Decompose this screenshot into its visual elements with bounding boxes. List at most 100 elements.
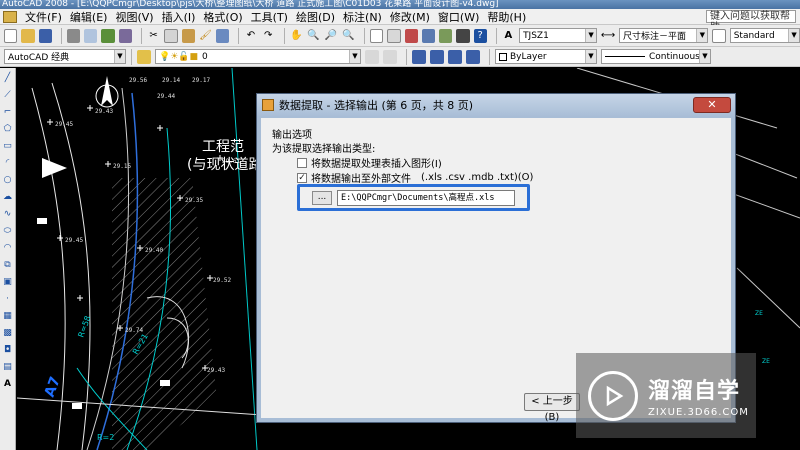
menu-view[interactable]: 视图(V) <box>111 9 157 25</box>
linetype-select[interactable]: Continuous ▼ <box>601 49 711 64</box>
menu-window[interactable]: 窗口(W) <box>434 9 483 25</box>
construction-line-icon[interactable]: ⟋ <box>2 89 13 100</box>
ellipse-icon[interactable]: ⬭ <box>2 225 13 236</box>
chevron-down-icon: ▼ <box>699 50 710 63</box>
menu-modify[interactable]: 修改(M) <box>386 9 434 25</box>
document-icon[interactable] <box>3 10 17 23</box>
publish-icon[interactable] <box>101 28 115 43</box>
table-icon[interactable] <box>430 49 444 64</box>
save-icon[interactable] <box>38 28 52 43</box>
browse-button[interactable]: ... <box>312 191 332 205</box>
layer-properties-icon[interactable] <box>137 49 151 64</box>
table-style-icon[interactable] <box>712 28 726 43</box>
insert-table-checkbox[interactable] <box>297 157 307 168</box>
open-icon[interactable] <box>21 28 35 43</box>
toolbar-separator <box>283 27 285 44</box>
menu-format[interactable]: 格式(O) <box>199 9 246 25</box>
tool-palettes-icon[interactable] <box>404 28 418 43</box>
hatch-icon[interactable]: ▦ <box>2 310 13 321</box>
chevron-down-icon: ▼ <box>585 29 597 42</box>
dimension-icon[interactable] <box>448 49 462 64</box>
workspace-select[interactable]: AutoCAD 经典 ▼ <box>4 49 126 64</box>
chevron-down-icon: ▼ <box>114 50 125 63</box>
layer-previous-icon[interactable] <box>383 49 397 64</box>
block-editor-icon[interactable] <box>216 28 230 43</box>
output-file-checkbox[interactable]: ✓ <box>297 172 307 183</box>
color-select[interactable]: ByLayer ▼ <box>495 49 597 64</box>
spline-icon[interactable]: ∿ <box>2 208 13 219</box>
match-properties-icon[interactable]: 🖌 <box>199 29 212 43</box>
drawing-label-road: (与现状道路 <box>187 157 263 173</box>
menu-help[interactable]: 帮助(H) <box>483 9 530 25</box>
menu-draw[interactable]: 绘图(D) <box>292 9 339 25</box>
layer-select[interactable]: 💡☀🔓■ 0 ▼ <box>155 49 361 64</box>
arc-icon[interactable]: ◜ <box>2 157 13 168</box>
zoom-previous-icon[interactable]: 🔍 <box>342 29 355 43</box>
toolbar-separator <box>140 27 142 44</box>
align-icon[interactable] <box>466 49 480 64</box>
play-icon <box>588 370 638 421</box>
color-swatch-icon <box>499 52 507 61</box>
text-style-select[interactable]: TJSZ1 ▼ <box>519 28 598 43</box>
region-icon[interactable]: ◘ <box>2 344 13 355</box>
multiline-text-icon[interactable]: A <box>2 378 13 389</box>
insert-table-option[interactable]: 将数据提取处理表插入图形(I) <box>297 155 442 170</box>
svg-text:A7: A7 <box>42 375 64 400</box>
menu-tools[interactable]: 工具(T) <box>247 9 292 25</box>
make-block-icon[interactable]: ▣ <box>2 276 13 287</box>
insert-block-icon[interactable]: ⧉ <box>2 259 13 270</box>
dim-style-value: 尺寸标注－平面 <box>623 32 687 42</box>
undo-icon[interactable]: ↶ <box>244 29 257 43</box>
zoom-realtime-icon[interactable]: 🔍 <box>307 29 320 43</box>
circle-icon[interactable]: ○ <box>2 174 13 185</box>
toolbar-separator <box>363 27 365 44</box>
back-button[interactable]: < 上一步(B) <box>524 393 580 423</box>
text-style-icon[interactable]: A <box>502 29 515 43</box>
dim-style-select[interactable]: 尺寸标注－平面 ▼ <box>619 28 709 43</box>
line-weight-icon[interactable] <box>412 49 426 64</box>
toolbar-separator <box>406 48 407 65</box>
menu-file[interactable]: 文件(F) <box>21 9 66 25</box>
output-file-option[interactable]: ✓ 将数据输出至外部文件 (.xls .csv .mdb .txt)(O) <box>297 170 533 185</box>
rectangle-icon[interactable]: ▭ <box>2 140 13 151</box>
plot-icon[interactable] <box>66 28 81 43</box>
dialog-close-button[interactable]: ✕ <box>693 97 731 113</box>
calculator-icon[interactable] <box>456 28 470 43</box>
make-layer-current-icon[interactable] <box>365 49 379 64</box>
polyline-icon[interactable]: ⌐ <box>2 106 13 117</box>
line-icon[interactable]: ╱ <box>2 72 13 83</box>
svg-text:29.15: 29.15 <box>113 163 131 170</box>
qnew-icon[interactable] <box>4 28 18 43</box>
svg-text:ZE: ZE <box>755 310 763 317</box>
menu-dimension[interactable]: 标注(N) <box>339 9 386 25</box>
output-file-path-input[interactable]: E:\QQPCmgr\Documents\高程点.xls <box>337 190 515 206</box>
design-center-icon[interactable] <box>387 28 401 43</box>
dim-style-icon[interactable]: ⟷ <box>601 29 615 43</box>
menu-edit[interactable]: 编辑(E) <box>66 9 112 25</box>
redo-icon[interactable]: ↷ <box>262 29 275 43</box>
ellipse-arc-icon[interactable]: ◠ <box>2 242 13 253</box>
polygon-icon[interactable]: ⬠ <box>2 123 13 134</box>
table-style-select[interactable]: Standard ▼ <box>729 28 800 43</box>
menu-insert[interactable]: 插入(I) <box>158 9 200 25</box>
revision-cloud-icon[interactable]: ☁ <box>2 191 13 202</box>
pan-icon[interactable]: ✋ <box>290 29 303 43</box>
zoom-window-icon[interactable]: 🔎 <box>324 29 337 43</box>
properties-icon[interactable] <box>369 28 384 43</box>
watermark-url: ZIXUE.3D66.COM <box>648 407 749 418</box>
toolbar-separator <box>60 27 62 44</box>
cut-icon[interactable]: ✂ <box>147 29 160 43</box>
plot-preview-icon[interactable] <box>84 28 98 43</box>
help-search-input[interactable]: 键入问题以获取帮助 <box>706 10 796 33</box>
help-icon[interactable]: ? <box>473 28 487 43</box>
table-draw-icon[interactable]: ▤ <box>2 361 13 372</box>
3dprint-icon[interactable] <box>118 28 132 43</box>
paste-icon[interactable] <box>181 28 195 43</box>
point-icon[interactable]: · <box>2 293 13 304</box>
svg-text:29.43: 29.43 <box>95 108 113 115</box>
copy-icon[interactable] <box>164 28 178 43</box>
sheet-set-icon[interactable] <box>421 28 436 43</box>
gradient-icon[interactable]: ▩ <box>2 327 13 338</box>
dialog-titlebar[interactable]: 数据提取 - 选择输出 (第 6 页，共 8 页) <box>257 94 735 116</box>
markup-icon[interactable] <box>439 28 453 43</box>
